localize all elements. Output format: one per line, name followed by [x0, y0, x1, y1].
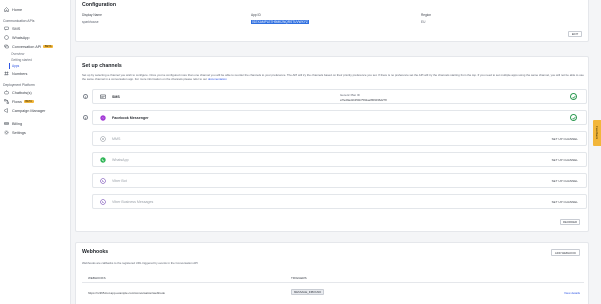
sidebar-item-label: WhatsApp — [12, 35, 30, 40]
channel-name: Facebook Messenger — [112, 116, 149, 120]
feedback-label: Feedback — [595, 126, 599, 140]
app-id-value[interactable]: 01EXAMPLE7H9MK2NQRSTUVWXYZ — [251, 20, 309, 24]
webhook-url: https://rx365-bot.app.example.com/conver… — [88, 291, 165, 295]
whatsapp-icon — [100, 157, 106, 163]
region-value: EU — [421, 20, 426, 24]
app-id-label: App ID — [251, 13, 261, 17]
sidebar-item-label: Settings — [12, 130, 26, 135]
configuration-card: Configuration Display Name sparkhouse Ap… — [75, 0, 589, 42]
sidebar-item-label: Chatbots(s) — [12, 90, 32, 95]
webhooks-description: Webhooks are callbacks to the registered… — [82, 261, 198, 265]
viber-icon — [100, 178, 106, 184]
available-channel-whatsapp[interactable]: WhatsApp SET UP CHANNEL — [92, 152, 587, 167]
flows-icon — [4, 99, 9, 104]
sidebar-item-sms[interactable]: SMS — [0, 24, 70, 33]
plan-id-label: Generic Plan ID — [340, 93, 360, 97]
view-details-link[interactable]: View details — [564, 291, 580, 295]
channel-name: MMS — [112, 137, 121, 141]
sidebar-item-label: Campaign Manager — [12, 108, 46, 113]
plan-id-value: a7fe29ad1b354b7592aef809036d278 — [340, 98, 387, 102]
set-up-channel-button[interactable]: SET UP CHANNEL — [552, 200, 578, 204]
channel-name: SMS — [112, 95, 120, 99]
configuration-title: Configuration — [82, 2, 116, 8]
mms-icon — [100, 136, 106, 142]
sidebar-item-chatbots[interactable]: Chatbots(s) — [0, 88, 70, 97]
channels-title: Set up channels — [82, 63, 122, 69]
section-deployment-platform: Deployment Platform — [3, 82, 35, 87]
reorder-button[interactable]: REORDER — [560, 219, 580, 225]
channel-name: Viber Business Messages — [112, 200, 154, 204]
display-name-value: sparkhouse — [82, 20, 99, 24]
trigger-tag: MESSAGE_INBOUND — [291, 289, 325, 295]
channel-name: Viber Bot — [112, 179, 127, 183]
campaign-icon — [4, 108, 9, 113]
whatsapp-icon — [4, 35, 9, 40]
channel-name: WhatsApp — [112, 158, 129, 162]
sidebar-item-label: Numbers — [12, 71, 28, 76]
configured-channel-sms[interactable]: SMS Generic Plan ID a7fe29ad1b354b7592ae… — [92, 89, 587, 104]
beta-badge: BETA — [43, 44, 53, 49]
check-icon — [570, 114, 577, 121]
billing-icon — [4, 121, 9, 126]
display-name-label: Display Name — [82, 13, 102, 17]
home-icon — [4, 7, 9, 12]
beta-badge: BETA — [23, 99, 34, 104]
sidebar-item-home[interactable]: Home — [0, 5, 70, 14]
available-channel-viber-business[interactable]: Viber Business Messages SET UP CHANNEL — [92, 194, 587, 209]
check-icon — [570, 93, 577, 100]
sidebar-item-label: Conversation API — [12, 44, 42, 49]
conversation-icon — [4, 44, 9, 49]
set-up-channel-button[interactable]: SET UP CHANNEL — [552, 179, 578, 183]
feedback-tab[interactable]: Feedback — [593, 120, 601, 146]
numbers-icon — [4, 71, 9, 76]
channels-description: Set up by selecting a channel you wish t… — [82, 73, 584, 81]
chatbot-icon — [4, 90, 9, 95]
sidebar-item-label: SMS — [12, 26, 21, 31]
sidebar-item-label: Home — [12, 7, 23, 12]
set-up-channel-button[interactable]: SET UP CHANNEL — [552, 137, 578, 141]
gear-icon — [4, 130, 9, 135]
available-channel-viber-bot[interactable]: Viber Bot SET UP CHANNEL — [92, 173, 587, 188]
sidebar-item-settings[interactable]: Settings — [0, 128, 70, 137]
webhooks-title: Webhooks — [82, 249, 109, 255]
set-up-channel-button[interactable]: SET UP CHANNEL — [552, 158, 578, 162]
messenger-icon — [100, 115, 106, 121]
edit-button[interactable]: EDIT — [568, 31, 582, 37]
sidebar-item-numbers[interactable]: Numbers — [0, 69, 70, 78]
sidebar-item-billing[interactable]: Billing — [0, 119, 70, 128]
channels-card: Set up channels Set up by selecting a ch… — [75, 56, 589, 232]
main-content: Configuration Display Name sparkhouse Ap… — [72, 0, 592, 304]
add-webhook-button[interactable]: ADD WEBHOOK — [551, 249, 580, 256]
sidebar-item-campaign-manager[interactable]: Campaign Manager — [0, 106, 70, 115]
step-number: 2 — [83, 115, 88, 120]
viber-icon — [100, 199, 106, 205]
configured-channel-facebook-messenger[interactable]: Facebook Messenger — [92, 110, 587, 125]
sidebar-item-flows[interactable]: Flows BETA — [0, 97, 70, 106]
region-label: Region — [421, 13, 432, 17]
column-header-triggers: TRIGGERS — [291, 276, 307, 280]
sidebar-item-label: Flows — [12, 99, 22, 104]
divider — [82, 282, 584, 283]
sidebar-item-label: Billing — [12, 121, 23, 126]
column-header-webhooks: WEBHOOKS — [88, 276, 106, 280]
documentation-link[interactable]: documentation — [208, 77, 227, 81]
available-channel-mms[interactable]: MMS SET UP CHANNEL — [92, 131, 587, 146]
sidebar-item-whatsapp[interactable]: WhatsApp — [0, 33, 70, 42]
webhooks-card: Webhooks ADD WEBHOOK Webhooks are callba… — [75, 242, 589, 304]
step-number: 1 — [83, 94, 88, 99]
sidebar: Home Communication APIs SMS WhatsApp Con… — [0, 0, 71, 304]
sms-icon — [100, 94, 106, 100]
sidebar-item-conversation-api[interactable]: Conversation API BETA — [0, 42, 70, 51]
sms-icon — [4, 26, 9, 31]
section-communication-apis: Communication APIs — [3, 18, 35, 23]
